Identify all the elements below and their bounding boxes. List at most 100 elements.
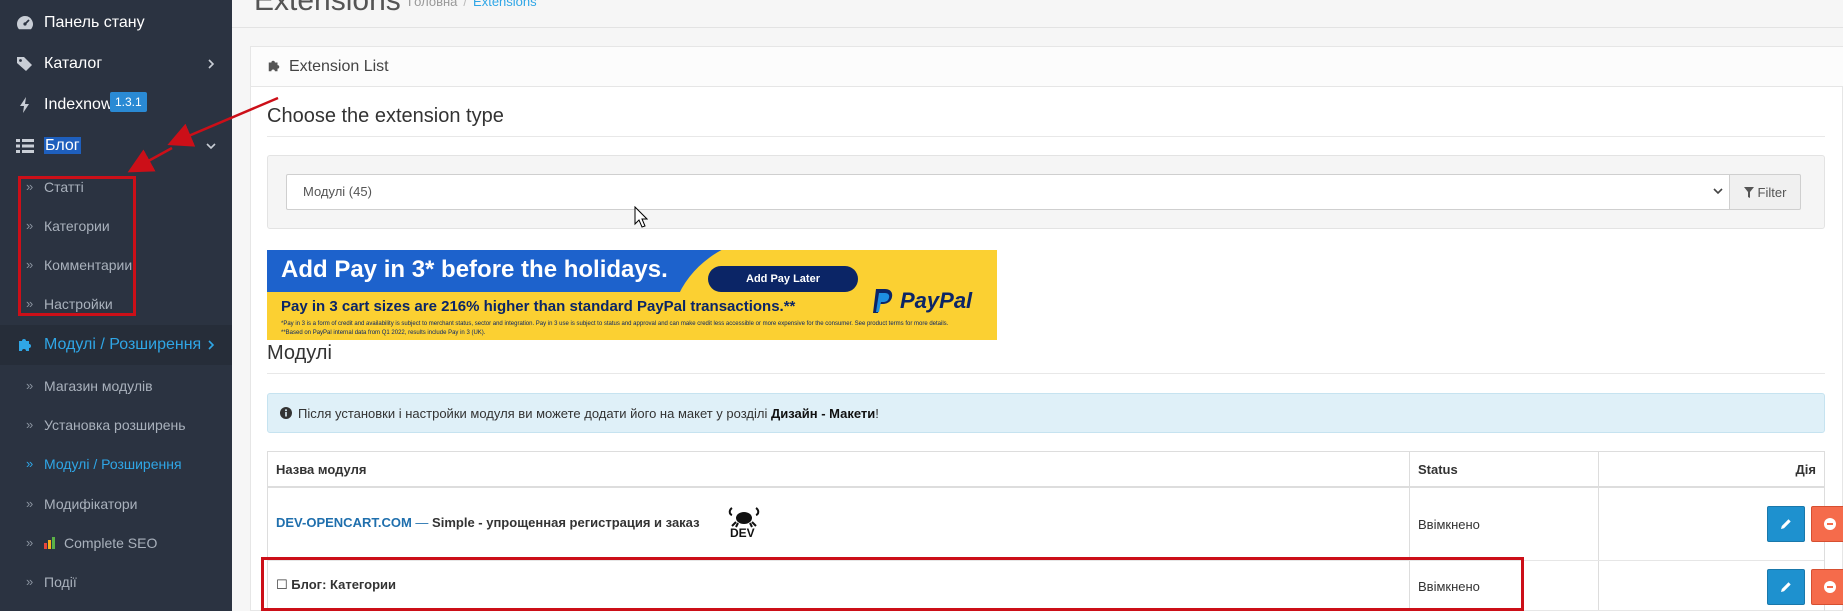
breadcrumb-home[interactable]: Головна	[408, 0, 457, 9]
paypal-p-icon	[873, 289, 893, 313]
sidebar-subitem-complete-seo[interactable]: » Complete SEO	[0, 523, 232, 562]
alert-text-suffix: !	[875, 405, 879, 421]
sidebar-subitem-label: Модулі / Розширення	[44, 455, 182, 472]
column-header-name[interactable]: Назва модуля	[276, 462, 366, 477]
double-chevron-icon: »	[26, 378, 34, 393]
minus-circle-icon	[1824, 581, 1836, 593]
app-window: Панель стану Каталог Indexnow 1.3.1 Блог…	[0, 0, 1843, 611]
dev-logo-text: DEV	[730, 526, 755, 540]
sidebar-item-label-wrap: Блог	[44, 137, 81, 155]
module-status: Ввімкнено	[1418, 517, 1480, 532]
paypal-logo-text: PayPal	[900, 288, 973, 313]
pencil-icon	[1781, 582, 1791, 592]
double-chevron-icon: »	[26, 535, 34, 550]
extension-type-select[interactable]: Модулі (45)	[286, 174, 1730, 210]
panel-heading-title: Extension List	[289, 57, 389, 75]
divider	[267, 373, 1825, 374]
main-content: Extensions Головна / Extensions Extension …	[232, 0, 1843, 611]
column-header-action: Дія	[1795, 462, 1816, 477]
double-chevron-icon: »	[26, 574, 34, 589]
sidebar-subitem-label: Магазин модулів	[44, 377, 153, 394]
dev-opencart-link[interactable]: DEV-OPENCART.COM	[276, 515, 412, 530]
panel-heading: Extension List	[251, 47, 1843, 87]
sidebar-item-label: Indexnow	[44, 96, 113, 113]
banner-headline: Add Pay in 3* before the holidays.	[281, 256, 668, 283]
filter-button[interactable]: Filter	[1729, 174, 1801, 210]
annotation-box-blog-categories-row	[261, 557, 1524, 611]
chevron-down-icon	[1713, 188, 1723, 195]
sidebar-item-blog[interactable]: Блог	[0, 126, 232, 166]
sidebar-subitem-label: Модифікатори	[44, 495, 138, 512]
page-header: Extensions Головна / Extensions	[232, 0, 1843, 28]
filter-icon	[1743, 186, 1754, 198]
sidebar-subitem-extensions[interactable]: » Модулі / Розширення	[0, 444, 232, 483]
alert-text-prefix: Після установки і настройки модуля ви мо…	[298, 405, 768, 421]
sidebar-item-label: Блог	[44, 137, 81, 154]
double-chevron-icon: »	[26, 456, 34, 471]
puzzle-icon	[268, 60, 280, 72]
breadcrumb: Головна / Extensions	[408, 0, 537, 9]
column-divider	[1409, 452, 1410, 486]
chevron-down-icon	[206, 143, 216, 150]
sidebar-item-extensions[interactable]: Модулі / Розширення	[0, 325, 232, 365]
sidebar-item-label: Каталог	[44, 55, 103, 72]
add-pay-later-button[interactable]: Add Pay Later	[708, 266, 858, 292]
double-chevron-icon: »	[26, 496, 34, 511]
sidebar-subitem-modifications[interactable]: » Модифікатори	[0, 484, 232, 523]
annotation-box-blog-submenu	[18, 176, 136, 316]
sidebar-item-label: Панель стану	[44, 14, 145, 31]
dev-logo: DEV	[727, 504, 761, 544]
filter-button-label: Filter	[1757, 184, 1787, 200]
sidebar-subitem-label: Complete SEO	[64, 534, 158, 551]
double-chevron-icon: »	[26, 417, 34, 432]
mouse-cursor-icon	[634, 206, 648, 228]
version-badge: 1.3.1	[110, 92, 147, 112]
uninstall-button[interactable]	[1811, 569, 1843, 605]
module-name-cell: DEV-OPENCART.COM — Simple - упрощенная р…	[276, 515, 700, 530]
sidebar-subitem-module-store[interactable]: » Магазин модулів	[0, 366, 232, 405]
sidebar-item-catalog[interactable]: Каталог	[0, 44, 232, 84]
banner-subheadline: Pay in 3 cart sizes are 216% higher than…	[281, 298, 796, 315]
seo-bars-icon	[44, 536, 58, 549]
filter-well: Модулі (45) Filter	[267, 155, 1825, 229]
choose-type-title: Choose the extension type	[267, 105, 504, 127]
modules-title: Модулі	[267, 342, 332, 364]
column-divider	[1598, 452, 1599, 486]
info-circle-icon	[280, 407, 292, 419]
paypal-logo: PayPal	[872, 284, 992, 318]
edit-button[interactable]	[1767, 569, 1805, 605]
edit-button[interactable]	[1767, 506, 1805, 542]
dashboard-icon	[16, 14, 34, 32]
bolt-icon	[16, 96, 34, 114]
uninstall-button[interactable]	[1811, 506, 1843, 542]
sidebar-subitem-events[interactable]: » Події	[0, 562, 232, 601]
minus-circle-icon	[1824, 518, 1836, 530]
column-divider	[1598, 561, 1599, 610]
tags-icon	[16, 55, 34, 73]
breadcrumb-current[interactable]: Extensions	[473, 0, 537, 9]
paypal-banner[interactable]: Add Pay in 3* before the holidays. Add P…	[267, 250, 997, 340]
page-title: Extensions	[254, 0, 401, 17]
column-divider	[1598, 488, 1599, 560]
divider	[267, 136, 1825, 137]
chevron-right-icon	[208, 59, 215, 69]
sidebar-item-dashboard[interactable]: Панель стану	[0, 3, 232, 43]
alert-bold-link: Дизайн - Макети	[770, 405, 876, 421]
table-row: DEV-OPENCART.COM — Simple - упрощенная р…	[268, 488, 1843, 561]
column-divider	[1409, 488, 1410, 560]
puzzle-icon	[16, 336, 34, 354]
select-value: Модулі (45)	[303, 184, 372, 199]
chevron-right-icon	[208, 340, 215, 350]
info-alert: Після установки і настройки модуля ви мо…	[267, 393, 1825, 433]
name-dash: —	[415, 515, 429, 530]
module-name: Simple - упрощенная регистрация и заказ	[432, 515, 700, 530]
sidebar-item-label: Модулі / Розширення	[44, 336, 202, 353]
banner-fine-print: **Based on PayPal internal data from Q1 …	[281, 330, 486, 336]
sidebar-subitem-extension-installer[interactable]: » Установка розширень	[0, 405, 232, 444]
table-header: Назва модуля Status Дія	[268, 452, 1824, 488]
list-icon	[16, 137, 34, 155]
pencil-icon	[1781, 519, 1791, 529]
sidebar-subitem-label: Події	[44, 573, 77, 590]
crab-icon	[728, 507, 760, 528]
breadcrumb-separator: /	[463, 0, 468, 9]
